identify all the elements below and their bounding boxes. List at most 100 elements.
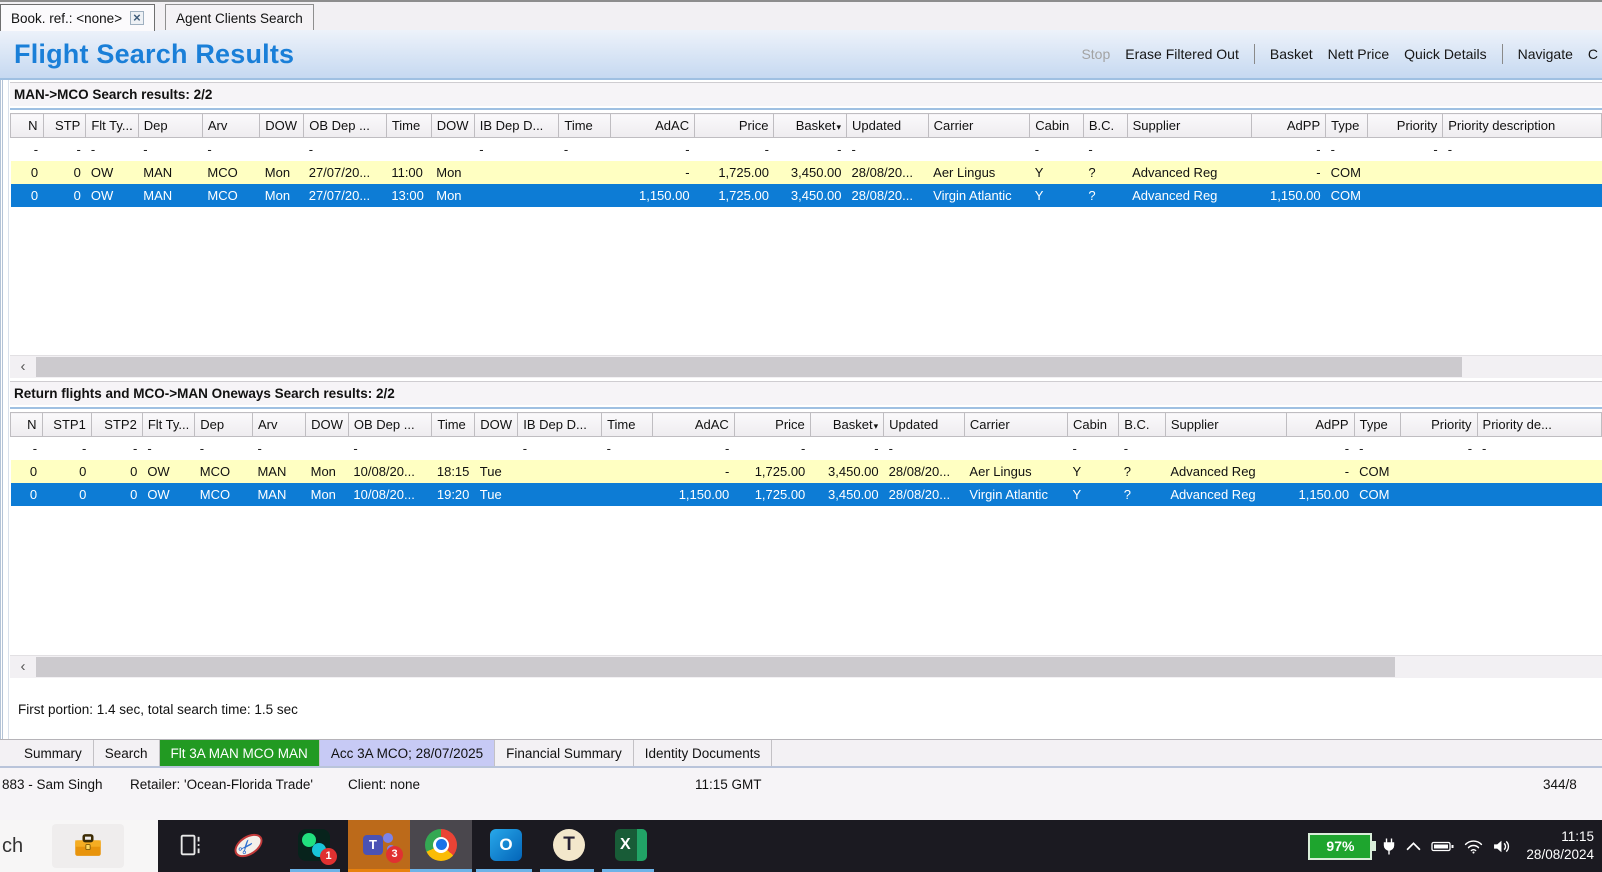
battery-icon[interactable] [1431, 840, 1454, 853]
column-header[interactable]: IB Dep D... [517, 412, 603, 437]
view-tab-flt-3a-man-mco-man[interactable]: Flt 3A MAN MCO MAN [159, 740, 320, 766]
cell [558, 161, 611, 184]
view-tab-identity-documents[interactable]: Identity Documents [634, 740, 773, 766]
chrome-button[interactable] [410, 820, 472, 869]
column-header[interactable]: Carrier [928, 113, 1031, 138]
tab-booking-ref-label: Book. ref.: <none> [11, 10, 123, 26]
taskbar-search-area[interactable]: ch [0, 820, 158, 872]
result-row[interactable]: 0 0 0 OW MCO MAN Mon 10/08/20... 19:20 Tue 1,150.0… [10, 483, 1602, 506]
column-header[interactable]: AdAC [652, 412, 735, 437]
column-header[interactable]: Arv [202, 113, 261, 138]
scroll-left-icon[interactable]: ‹ [12, 656, 34, 678]
toolbar-item-c[interactable]: C [1588, 46, 1598, 62]
column-header[interactable]: Flt Ty... [142, 412, 196, 437]
column-header[interactable]: Time [386, 113, 432, 138]
column-header[interactable]: Type [1325, 113, 1369, 138]
column-header[interactable]: N [10, 113, 44, 138]
column-header[interactable]: OB Dep ... [303, 113, 387, 138]
column-header[interactable]: AdPP [1286, 412, 1355, 437]
filter-row[interactable]: ------------------- [10, 436, 1602, 460]
column-header[interactable]: B.C. [1083, 113, 1128, 138]
column-header[interactable]: Type [1354, 412, 1401, 437]
column-header[interactable]: Priority [1400, 412, 1478, 437]
column-header[interactable]: Basket▾ [810, 412, 885, 437]
column-header[interactable]: Time [431, 412, 476, 437]
scroll-left-icon[interactable]: ‹ [12, 356, 34, 378]
result-row[interactable]: 0 0 OW MAN MCO Mon 27/07/20... 13:00 Mon 1,150.00… [10, 184, 1602, 207]
column-header[interactable]: Updated [846, 113, 929, 138]
taskbar-clock[interactable]: 11:15 28/08/2024 [1522, 828, 1594, 864]
column-header[interactable]: AdAC [610, 113, 696, 138]
column-header[interactable]: Supplier [1127, 113, 1252, 138]
column-header[interactable]: STP [43, 113, 87, 138]
return-horizontal-scrollbar[interactable]: ‹ [10, 655, 1602, 678]
view-tab-financial-summary[interactable]: Financial Summary [495, 740, 634, 766]
cell [431, 436, 475, 460]
scrollbar-thumb[interactable] [36, 357, 1462, 377]
cell: OW [142, 483, 195, 506]
column-header[interactable]: Priority [1367, 113, 1444, 138]
column-header[interactable]: Priority description [1442, 113, 1602, 138]
column-header[interactable]: DOW [259, 113, 305, 138]
column-header[interactable]: Cabin [1029, 113, 1084, 138]
tab-agent-clients-search[interactable]: Agent Clients Search [165, 4, 314, 31]
toolbar-item-stop[interactable]: Stop [1081, 46, 1110, 62]
cell: 0 [42, 483, 92, 506]
column-header[interactable]: DOW [305, 412, 349, 437]
cell: Y [1067, 483, 1119, 506]
toolbar-item-basket[interactable]: Basket [1270, 46, 1313, 62]
column-header[interactable]: STP2 [91, 412, 143, 437]
cell: 1,725.00 [734, 460, 811, 483]
battery-percentage[interactable]: 97% [1308, 832, 1377, 860]
column-header[interactable]: OB Dep ... [348, 412, 433, 437]
filter-row[interactable]: ------------------ [10, 137, 1602, 161]
search-highlight-button[interactable] [52, 824, 124, 868]
column-header[interactable]: Priority de... [1477, 412, 1602, 437]
toolbar-item-quick-details[interactable]: Quick Details [1404, 46, 1486, 62]
close-icon[interactable]: × [130, 11, 144, 25]
column-header[interactable]: Time [601, 412, 653, 437]
column-header[interactable]: Flt Ty... [85, 113, 139, 138]
brand-app-button[interactable]: T [542, 820, 596, 869]
scrollbar-thumb[interactable] [36, 657, 1395, 677]
view-tab-search[interactable]: Search [94, 740, 160, 766]
view-tab-acc-3a-mco-28-07-2025[interactable]: Acc 3A MCO; 28/07/2025 [319, 740, 496, 766]
column-header[interactable]: IB Dep D... [474, 113, 560, 138]
toolbar-item-nett-price[interactable]: Nett Price [1328, 46, 1389, 62]
column-header[interactable]: Dep [194, 412, 253, 437]
chevron-up-icon[interactable] [1406, 841, 1421, 851]
column-header[interactable]: Arv [252, 412, 307, 437]
result-row[interactable]: 0 0 0 OW MCO MAN Mon 10/08/20... 18:15 Tue -1,725.… [10, 460, 1602, 483]
column-header[interactable]: DOW [474, 412, 519, 437]
column-header[interactable]: N [10, 412, 43, 437]
column-header[interactable]: Price [734, 412, 811, 437]
toolbar-item-navigate[interactable]: Navigate [1518, 46, 1573, 62]
column-header[interactable]: Basket▾ [773, 113, 848, 138]
column-header[interactable]: B.C. [1118, 412, 1166, 437]
outbound-results-table: N STP Flt Ty... Dep Arv DOW OB Dep ... Time DOW I… [10, 113, 1602, 207]
excel-button[interactable]: X [604, 820, 658, 869]
column-header[interactable]: STP1 [42, 412, 92, 437]
snipping-tool-button[interactable]: ✂ [222, 820, 274, 869]
tab-booking-ref[interactable]: Book. ref.: <none> × [0, 4, 155, 31]
result-row[interactable]: 0 0 OW MAN MCO Mon 27/07/20... 11:00 Mon -1,725.0… [10, 161, 1602, 184]
column-header[interactable]: Price [694, 113, 775, 138]
outbound-horizontal-scrollbar[interactable]: ‹ [10, 355, 1602, 378]
column-header[interactable]: Dep [138, 113, 203, 138]
column-header[interactable]: Supplier [1165, 412, 1288, 437]
wifi-icon[interactable] [1464, 839, 1483, 854]
view-tab-summary[interactable]: Summary [13, 740, 94, 766]
outlook-button[interactable]: O [478, 820, 534, 869]
column-header[interactable]: Updated [883, 412, 965, 437]
column-header[interactable]: Cabin [1067, 412, 1120, 437]
volume-icon[interactable] [1493, 839, 1512, 854]
task-view-button[interactable] [168, 820, 214, 869]
toolbar-item-erase-filtered-out[interactable]: Erase Filtered Out [1125, 46, 1239, 62]
teams-button[interactable]: T 3 [348, 820, 410, 869]
webex-button[interactable]: 1 [286, 820, 342, 869]
column-header[interactable]: AdPP [1251, 113, 1327, 138]
cell: - [1029, 137, 1084, 161]
column-header[interactable]: Carrier [964, 412, 1069, 437]
column-header[interactable]: DOW [431, 113, 475, 138]
column-header[interactable]: Time [558, 113, 611, 138]
